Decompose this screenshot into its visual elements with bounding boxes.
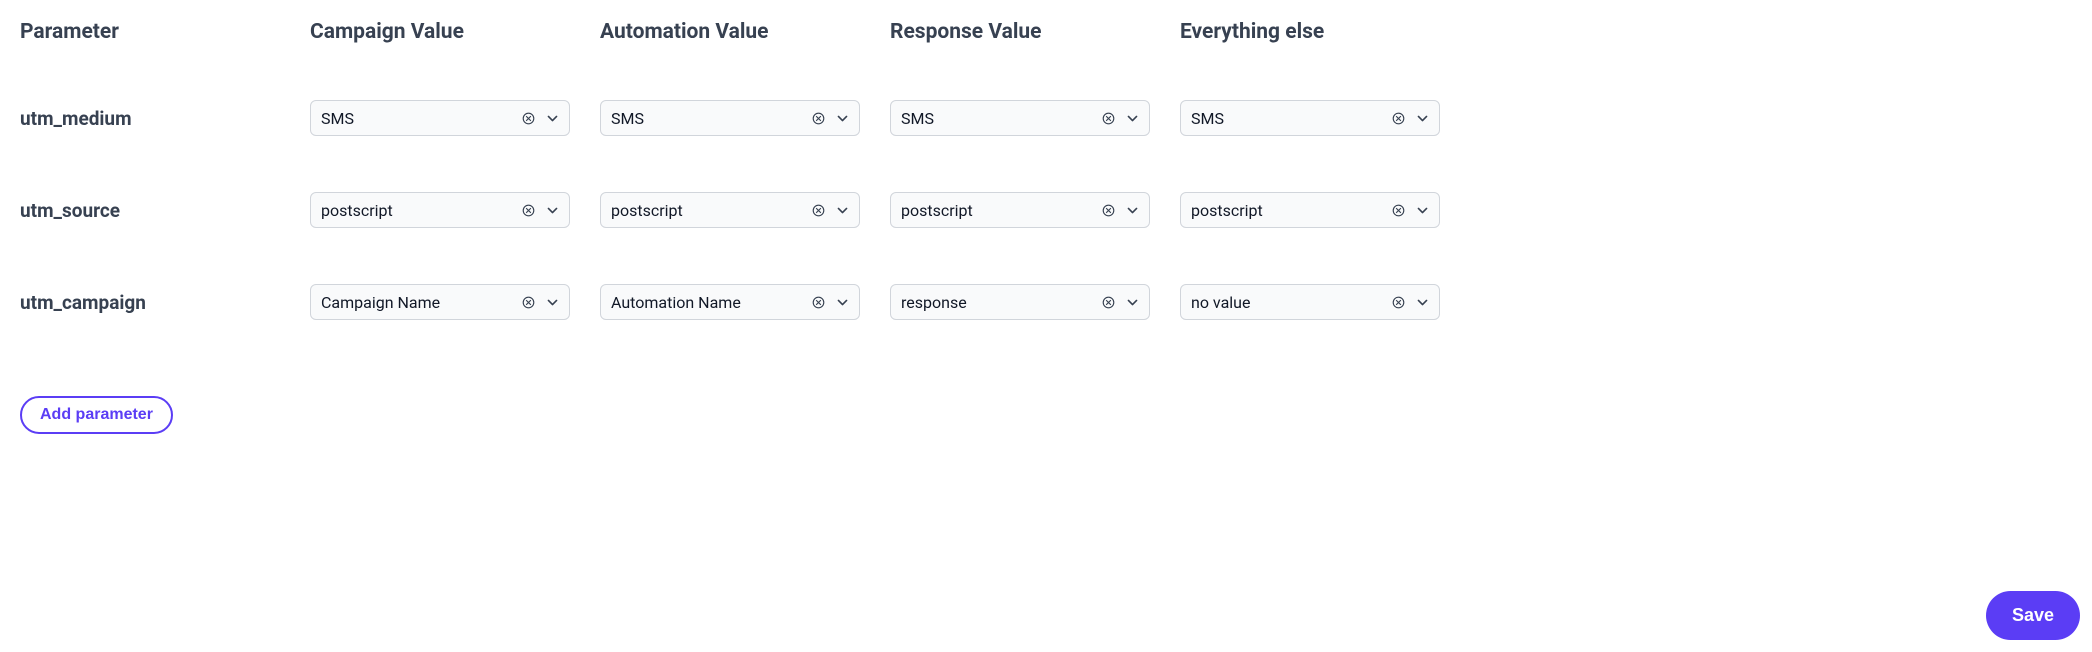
table-header-row: Parameter Campaign Value Automation Valu… — [20, 20, 2072, 44]
chevron-down-icon[interactable] — [1415, 203, 1429, 217]
utm-campaign-response-select[interactable]: response — [890, 284, 1150, 320]
chevron-down-icon[interactable] — [545, 111, 559, 125]
utm-medium-everything-select[interactable]: SMS — [1180, 100, 1440, 136]
clear-icon[interactable] — [521, 295, 535, 309]
parameter-label: utm_source — [20, 199, 310, 222]
chevron-down-icon[interactable] — [1415, 295, 1429, 309]
header-parameter: Parameter — [20, 20, 310, 44]
utm-medium-campaign-select[interactable]: SMS — [310, 100, 570, 136]
clear-icon[interactable] — [521, 203, 535, 217]
clear-icon[interactable] — [811, 295, 825, 309]
select-value: response — [901, 293, 1101, 312]
chevron-down-icon[interactable] — [835, 295, 849, 309]
select-value: SMS — [1191, 109, 1391, 128]
select-value: SMS — [611, 109, 811, 128]
chevron-down-icon[interactable] — [1125, 111, 1139, 125]
table-row: utm_campaign Campaign Name Automation Na… — [20, 284, 2072, 320]
header-automation-value: Automation Value — [600, 20, 890, 44]
select-value: SMS — [321, 109, 521, 128]
table-row: utm_medium SMS SMS — [20, 100, 2072, 136]
select-value: postscript — [1191, 201, 1391, 220]
chevron-down-icon[interactable] — [835, 203, 849, 217]
utm-campaign-automation-select[interactable]: Automation Name — [600, 284, 860, 320]
utm-source-everything-select[interactable]: postscript — [1180, 192, 1440, 228]
clear-icon[interactable] — [1101, 111, 1115, 125]
clear-icon[interactable] — [1391, 203, 1405, 217]
parameter-label: utm_campaign — [20, 291, 310, 314]
chevron-down-icon[interactable] — [1415, 111, 1429, 125]
clear-icon[interactable] — [521, 111, 535, 125]
clear-icon[interactable] — [1101, 203, 1115, 217]
add-parameter-button[interactable]: Add parameter — [20, 396, 173, 434]
header-campaign-value: Campaign Value — [310, 20, 600, 44]
select-value: SMS — [901, 109, 1101, 128]
utm-campaign-everything-select[interactable]: no value — [1180, 284, 1440, 320]
select-value: postscript — [321, 201, 521, 220]
utm-campaign-campaign-select[interactable]: Campaign Name — [310, 284, 570, 320]
table-row: utm_source postscript postscript — [20, 192, 2072, 228]
chevron-down-icon[interactable] — [545, 203, 559, 217]
utm-source-campaign-select[interactable]: postscript — [310, 192, 570, 228]
clear-icon[interactable] — [811, 203, 825, 217]
clear-icon[interactable] — [1391, 111, 1405, 125]
utm-source-automation-select[interactable]: postscript — [600, 192, 860, 228]
clear-icon[interactable] — [1101, 295, 1115, 309]
utm-source-response-select[interactable]: postscript — [890, 192, 1150, 228]
utm-medium-automation-select[interactable]: SMS — [600, 100, 860, 136]
select-value: Automation Name — [611, 293, 811, 312]
chevron-down-icon[interactable] — [1125, 295, 1139, 309]
utm-parameters-table: Parameter Campaign Value Automation Valu… — [20, 20, 2072, 320]
chevron-down-icon[interactable] — [545, 295, 559, 309]
chevron-down-icon[interactable] — [1125, 203, 1139, 217]
header-everything-else: Everything else — [1180, 20, 1470, 44]
parameter-label: utm_medium — [20, 107, 310, 130]
header-response-value: Response Value — [890, 20, 1180, 44]
clear-icon[interactable] — [811, 111, 825, 125]
select-value: postscript — [901, 201, 1101, 220]
clear-icon[interactable] — [1391, 295, 1405, 309]
select-value: postscript — [611, 201, 811, 220]
save-button[interactable]: Save — [1986, 591, 2080, 640]
utm-medium-response-select[interactable]: SMS — [890, 100, 1150, 136]
chevron-down-icon[interactable] — [835, 111, 849, 125]
select-value: Campaign Name — [321, 293, 521, 312]
select-value: no value — [1191, 293, 1391, 312]
